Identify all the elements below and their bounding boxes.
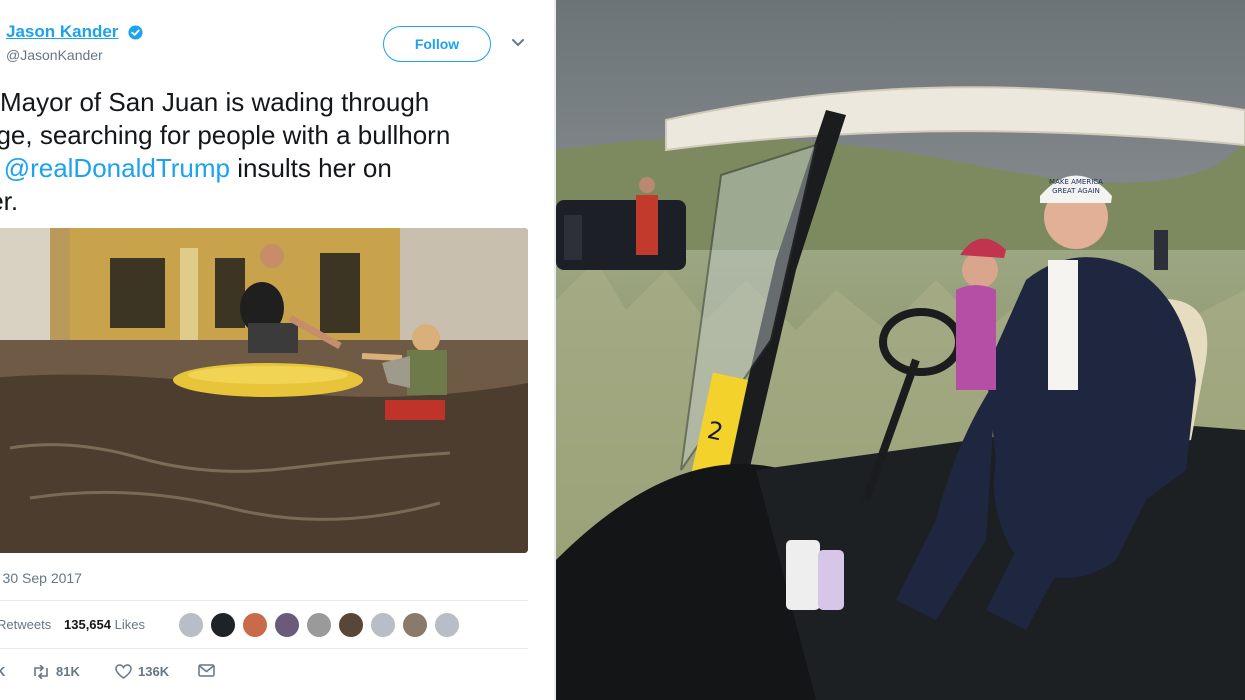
tweet-text-line-4: ter. [0,186,19,216]
liker-avatars [178,612,460,638]
avatar[interactable] [370,612,396,638]
mail-icon [198,664,215,677]
author-name[interactable]: Jason Kander [6,22,118,42]
golf-cart-photo: 2 MAKE AMERICA GREAT AGAIN [556,0,1245,700]
avatar[interactable] [210,612,236,638]
like-action[interactable]: 136K [115,664,169,679]
likes-count: 135,654 [64,617,111,632]
avatar[interactable] [402,612,428,638]
like-count: 136K [138,664,170,679]
verified-icon [128,25,143,40]
tweet-timestamp[interactable]: - 30 Sep 2017 [0,570,82,586]
divider [0,600,528,601]
heart-icon [115,664,132,679]
avatar[interactable] [274,612,300,638]
likes-label: Likes [114,617,145,632]
hat-text-line-2: GREAT AGAIN [1052,187,1100,195]
golf-cart-image: 2 MAKE AMERICA GREAT AGAIN [556,0,1245,700]
avatar[interactable] [434,612,460,638]
avatar[interactable] [338,612,364,638]
tweet-card: Jason Kander @JasonKander Follow Mayor o… [0,0,554,700]
retweets-stat[interactable]: Retweets [0,617,51,632]
retweet-count: 81K [56,664,80,679]
message-action[interactable] [198,664,215,677]
tweet-photo[interactable] [0,228,528,553]
tweet-text-line-1: Mayor of San Juan is wading through [0,87,430,117]
tweet-actions: K 81K 136K [0,662,554,688]
avatar[interactable] [242,612,268,638]
tweet-text-line-2: age, searching for people with a bullhor… [0,120,451,150]
reply-action[interactable]: K [0,664,5,679]
tweet-text: Mayor of San Juan is wading through age,… [0,86,542,218]
retweet-action[interactable]: 81K [32,664,80,679]
hat-text-line-1: MAKE AMERICA [1049,178,1103,186]
divider [0,648,528,649]
avatar[interactable] [306,612,332,638]
author-handle[interactable]: @JasonKander [6,47,103,63]
chevron-down-icon[interactable] [511,38,525,48]
follow-button[interactable]: Follow [383,26,491,62]
likes-stat[interactable]: 135,654 Likes [64,617,145,632]
avatar[interactable] [178,612,204,638]
tweet-text-line-3b: insults her on [229,153,392,183]
retweet-icon [34,664,48,679]
mention-link[interactable]: @realDonaldTrump [4,153,230,183]
reply-count: K [0,664,6,679]
